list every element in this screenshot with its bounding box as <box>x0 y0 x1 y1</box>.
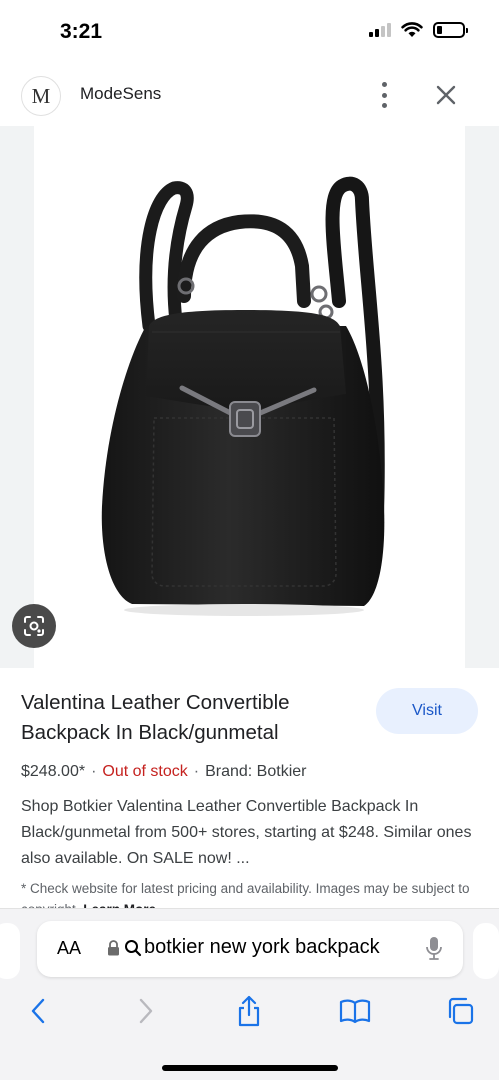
site-header: M ModeSens <box>0 64 499 126</box>
status-icons <box>369 22 468 38</box>
lens-icon[interactable] <box>12 604 56 648</box>
mic-icon[interactable] <box>425 936 443 962</box>
status-bar: 3:21 <box>0 0 499 64</box>
status-time: 3:21 <box>60 20 103 43</box>
url-text[interactable]: botkier new york backpack <box>144 936 380 959</box>
product-image[interactable] <box>34 126 465 668</box>
share-icon[interactable] <box>229 991 269 1031</box>
previous-tab-card[interactable] <box>0 923 20 979</box>
search-icon <box>125 940 142 957</box>
product-image-area <box>0 126 499 668</box>
browser-toolbar: AA botkier new york backpack <box>0 908 499 1080</box>
wifi-icon <box>401 22 423 37</box>
address-bar[interactable]: AA botkier new york backpack <box>37 921 463 977</box>
site-avatar: M <box>21 76 61 116</box>
visit-button[interactable]: Visit <box>376 688 478 734</box>
stock-status: Out of stock <box>102 763 188 780</box>
close-icon[interactable] <box>433 82 459 108</box>
back-icon[interactable] <box>18 991 58 1031</box>
tabs-icon[interactable] <box>440 991 480 1031</box>
site-name[interactable]: ModeSens <box>80 84 161 104</box>
product-brand: Brand: Botkier <box>205 763 307 780</box>
product-price: $248.00* <box>21 763 86 780</box>
home-indicator <box>162 1065 338 1071</box>
product-description: Shop Botkier Valentina Leather Convertib… <box>21 798 472 867</box>
signal-icon <box>369 23 391 37</box>
bookmarks-icon[interactable] <box>335 991 375 1031</box>
product-meta: $248.00* · Out of stock · Brand: Botkier <box>21 763 307 780</box>
forward-icon[interactable] <box>126 991 166 1031</box>
next-tab-card[interactable] <box>473 923 499 979</box>
product-title[interactable]: Valentina Leather Convertible Backpack I… <box>21 688 366 748</box>
lock-icon <box>108 940 119 956</box>
reader-aa-button[interactable]: AA <box>57 938 81 959</box>
battery-icon <box>433 22 468 38</box>
nav-row <box>0 991 499 1031</box>
more-vert-icon[interactable] <box>376 82 392 108</box>
disclaimer: * Check website for latest pricing and a… <box>21 878 483 910</box>
backpack-image <box>101 176 385 616</box>
